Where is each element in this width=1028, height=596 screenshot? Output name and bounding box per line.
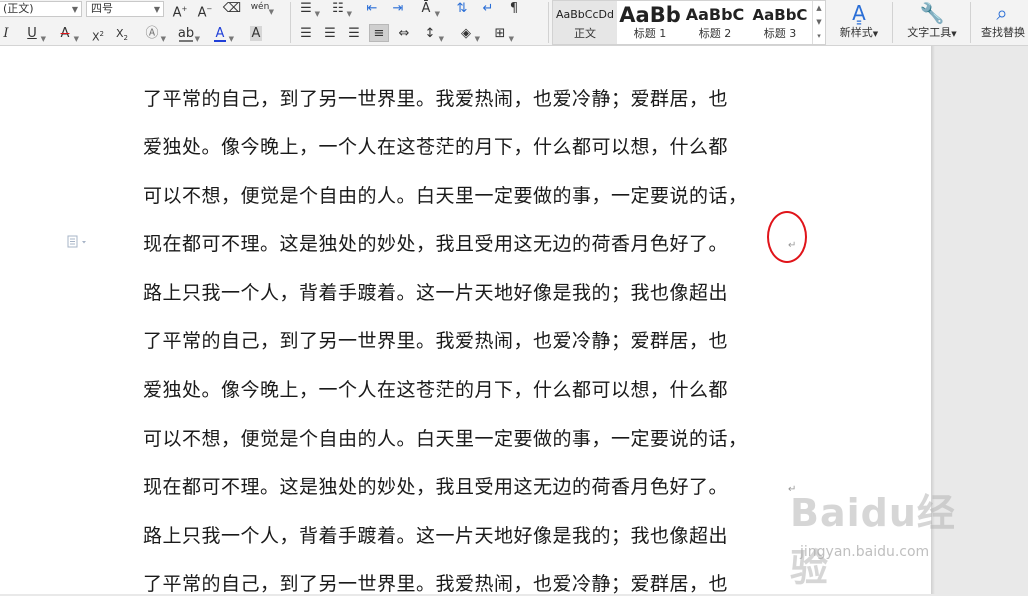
hide-marks-icon[interactable]: ¶ <box>504 0 524 18</box>
pinyin-guide-button[interactable]: wén ▼ <box>250 0 274 16</box>
style-heading-2[interactable]: AaBbC 标题 2 <box>683 1 747 44</box>
align-center-icon[interactable]: ☰ <box>320 25 340 43</box>
group-divider <box>892 2 893 43</box>
chevron-down-icon: ▼ <box>153 5 160 14</box>
style-name: 标题 2 <box>698 27 732 40</box>
doc-line: 了平常的自己，到了另一世界里。我爱热闹，也爱冷静；爱群居，也 <box>143 88 729 110</box>
chinese-layout-icon[interactable]: Ā ▼ <box>416 0 440 18</box>
decrease-indent-icon[interactable]: ⇤ <box>362 0 382 18</box>
distributed-align-icon[interactable]: ⇔ <box>394 25 414 43</box>
doc-line: 了平常的自己，到了另一世界里。我爱热闹，也爱冷静；爱群居，也 <box>143 573 729 595</box>
ribbon-toolbar: (正文) ▼ 四号 ▼ A+ A− ⌫ wén ▼ I U ▼ A ▼ X2 X2 Ⓐ… <box>0 0 1028 46</box>
doc-line: 现在都可不理。这是独处的妙处，我且受用这无边的荷香月色好了。 <box>143 476 729 498</box>
grow-font-icon[interactable]: A+ <box>170 0 190 20</box>
search-icon: ⌕ <box>996 1 1008 25</box>
sort-icon[interactable]: ⇅ <box>452 0 472 18</box>
doc-line: 可以不想，便觉是个自由的人。白天里一定要做的事，一定要说的话， <box>143 185 748 207</box>
style-heading-1[interactable]: AaBb 标题 1 <box>617 1 683 44</box>
chevron-down-icon: ▼ <box>314 10 320 18</box>
doc-line: 可以不想，便觉是个自由的人。白天里一定要做的事，一定要说的话， <box>143 428 748 450</box>
increase-indent-icon[interactable]: ⇥ <box>388 0 408 18</box>
clear-format-icon[interactable]: ⌫ <box>222 0 242 18</box>
chevron-down-icon: ▼ <box>71 5 78 14</box>
watermark-logo: Baidu经验 <box>790 491 956 590</box>
style-gallery: AaBbCcDd 正文 AaBb 标题 1 AaBbC 标题 2 AaBbC 标… <box>552 0 826 45</box>
show-marks-icon[interactable]: ↵ <box>478 0 498 18</box>
new-style-icon: A͇ <box>852 1 866 25</box>
align-right-icon[interactable]: ☰ <box>344 25 364 43</box>
doc-line: 现在都可不理。这是独处的妙处，我且受用这无边的荷香月色好了。 <box>143 233 729 255</box>
group-divider <box>970 2 971 43</box>
style-preview: AaBbCcDd <box>556 8 614 21</box>
watermark-url: jingyan.baidu.com <box>800 544 930 560</box>
chevron-down-icon: ▼ <box>346 10 352 18</box>
doc-line: 爱独处。像今晚上，一个人在这苍茫的月下，什么都可以想，什么都 <box>143 379 729 401</box>
line-spacing-icon[interactable]: ↕ ▼ <box>420 25 444 43</box>
paragraph-layout-icon[interactable] <box>66 234 90 248</box>
style-name: 正文 <box>574 27 596 40</box>
style-name: 标题 1 <box>633 27 667 40</box>
chevron-down-icon: ▼ <box>434 10 440 18</box>
italic-icon[interactable]: I <box>0 25 16 43</box>
font-name-value: (正文) <box>3 2 34 15</box>
new-style-button[interactable]: A͇ 新样式▼ <box>830 0 888 45</box>
pinyin-label: wén <box>250 2 270 12</box>
text-tools-button[interactable]: 🔧 文字工具▼ <box>898 0 966 45</box>
underline-icon[interactable]: U ▼ <box>22 25 46 43</box>
font-name-select[interactable]: (正文) ▼ <box>0 1 82 17</box>
text-tools-label: 文字工具 <box>907 26 952 39</box>
chevron-down-icon: ▼ <box>268 8 274 16</box>
numbered-list-icon[interactable]: ☷ ▼ <box>328 0 352 18</box>
doc-line: 路上只我一个人，背着手踱着。这一片天地好像是我的；我也像超出 <box>143 525 729 547</box>
text-effect-icon[interactable]: Ⓐ ▼ <box>142 25 166 43</box>
chevron-down-icon: ▼ <box>872 30 879 38</box>
bullet-list-icon[interactable]: ☰ ▼ <box>296 0 320 18</box>
highlight-color-icon[interactable]: ab ▼ <box>176 25 200 43</box>
style-name: 标题 3 <box>763 27 797 40</box>
borders-icon[interactable]: ⊞ ▼ <box>490 25 514 43</box>
subscript-icon[interactable]: X2 <box>112 25 132 43</box>
style-heading-3[interactable]: AaBbC 标题 3 <box>747 1 813 44</box>
chevron-down-icon: ▼ <box>951 30 957 38</box>
style-normal[interactable]: AaBbCcDd 正文 <box>553 1 617 44</box>
superscript-icon[interactable]: X2 <box>88 25 108 44</box>
strikethrough-icon[interactable]: A ▼ <box>55 25 79 43</box>
style-preview: AaBb <box>619 3 681 27</box>
doc-line: 路上只我一个人，背着手踱着。这一片天地好像是我的；我也像超出 <box>143 282 729 304</box>
gallery-scroll[interactable]: ▲ ▼ ▾ <box>812 1 825 44</box>
doc-line: 爱独处。像今晚上，一个人在这苍茫的月下，什么都可以想，什么都 <box>143 136 729 158</box>
new-style-label: 新样式 <box>839 26 873 39</box>
baidu-watermark: Baidu经验 jingyan.baidu.com <box>790 482 980 590</box>
char-shading-icon[interactable]: A <box>246 25 266 43</box>
font-size-value: 四号 <box>91 2 113 15</box>
paragraph-group: ☰ ▼ ☷ ▼ ⇤ ⇥ Ā ▼ ⇅ ↵ ¶ ☰ ☰ ☰ ≡ ⇔ ↕ ▼ ◈ ▼ ⊞ ▼ <box>292 0 548 45</box>
shrink-font-icon[interactable]: A− <box>195 0 215 20</box>
font-size-select[interactable]: 四号 ▼ <box>86 1 164 17</box>
annotation-circle <box>767 211 807 263</box>
group-divider <box>548 2 549 43</box>
style-preview: AaBbC <box>685 5 745 24</box>
find-replace-button[interactable]: ⌕ 查找替换 <box>976 0 1028 45</box>
find-replace-label: 查找替换 <box>981 26 1025 39</box>
wrench-icon: 🔧 <box>919 1 945 25</box>
group-divider <box>290 2 291 43</box>
font-group: (正文) ▼ 四号 ▼ A+ A− ⌫ wén ▼ I U ▼ A ▼ X2 X2 Ⓐ… <box>0 0 288 45</box>
justify-icon[interactable]: ≡ <box>369 24 389 42</box>
doc-line: 了平常的自己，到了另一世界里。我爱热闹，也爱冷静；爱群居，也 <box>143 330 729 352</box>
shading-icon[interactable]: ◈ ▼ <box>456 25 480 43</box>
align-left-icon[interactable]: ☰ <box>296 25 316 43</box>
style-preview: AaBbC <box>752 6 808 24</box>
font-color-icon[interactable]: A ▼ <box>210 25 234 43</box>
